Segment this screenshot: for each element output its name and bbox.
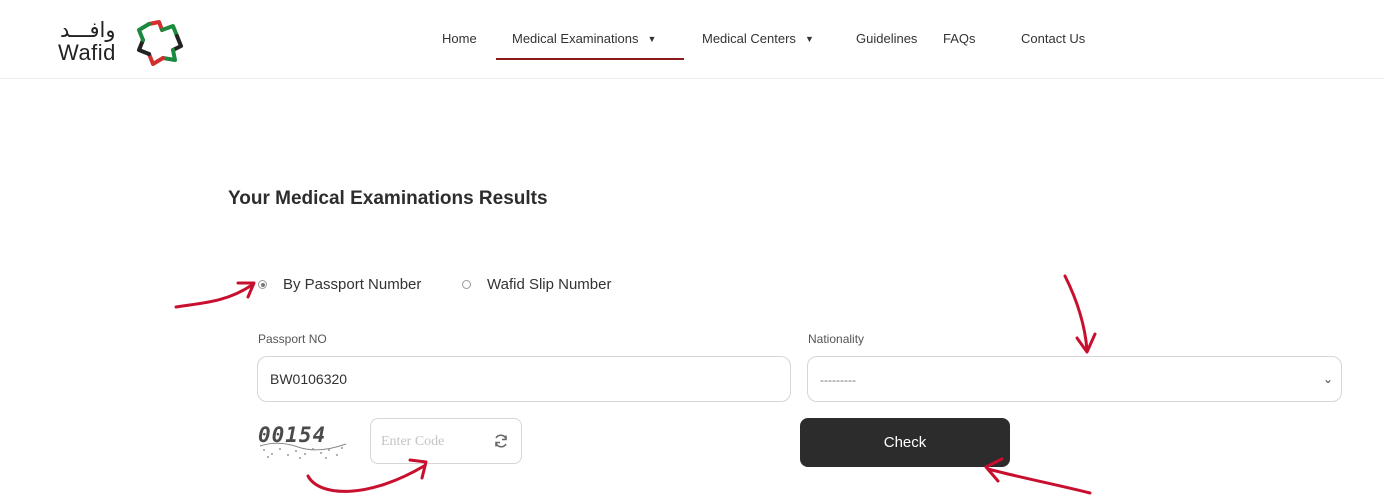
radio-by-passport-number[interactable]: By Passport Number xyxy=(258,276,421,293)
site-header: وافـــد Wafid Home Medical Examinations ▼… xyxy=(0,0,1384,79)
check-button-label: Check xyxy=(883,434,927,451)
nav-contact-us-label: Contact Us xyxy=(1021,31,1086,46)
radio-by-passport-number-label: By Passport Number xyxy=(283,276,422,293)
passport-number-input[interactable]: BW0106320 xyxy=(257,356,791,402)
nationality-selected-value: --------- xyxy=(820,373,856,387)
logo-english-text: Wafid xyxy=(58,40,116,65)
passport-number-value: BW0106320 xyxy=(270,371,348,387)
captcha-image: 00154 xyxy=(258,420,348,460)
wafid-star-icon xyxy=(137,20,183,66)
page-title: Your Medical Examinations Results xyxy=(228,188,548,209)
captcha-code-input[interactable] xyxy=(379,429,491,455)
radio-wafid-slip-number[interactable]: Wafid Slip Number xyxy=(462,276,611,293)
caret-down-icon: ▼ xyxy=(804,34,814,44)
nav-home-label: Home xyxy=(442,31,477,46)
nav-medical-examinations-label: Medical Examinations xyxy=(512,31,639,46)
caret-down-icon: ▼ xyxy=(647,34,657,44)
chevron-down-icon: ⌄ xyxy=(1322,372,1333,386)
radio-unchecked-icon[interactable] xyxy=(462,280,471,289)
nav-faqs[interactable]: FAQs xyxy=(943,31,976,46)
passport-number-label: Passport NO xyxy=(258,332,327,346)
captcha-text: 00154 xyxy=(258,423,327,447)
nav-medical-examinations[interactable]: Medical Examinations ▼ xyxy=(512,31,656,46)
nav-faqs-label: FAQs xyxy=(943,31,976,46)
refresh-icon[interactable] xyxy=(493,433,509,449)
nav-guidelines-label: Guidelines xyxy=(856,31,918,46)
wafid-logo[interactable]: وافـــد Wafid xyxy=(58,18,208,66)
nav-medical-centers-label: Medical Centers xyxy=(702,31,796,46)
nav-medical-centers[interactable]: Medical Centers ▼ xyxy=(702,31,814,46)
active-nav-underline xyxy=(496,58,684,60)
hand-drawn-arrow-icon xyxy=(174,281,256,309)
nav-guidelines[interactable]: Guidelines xyxy=(856,31,917,46)
nationality-label: Nationality xyxy=(808,332,865,346)
nav-home[interactable]: Home xyxy=(442,31,477,46)
check-button[interactable]: Check xyxy=(800,418,1010,467)
radio-wafid-slip-number-label: Wafid Slip Number xyxy=(487,276,612,293)
nationality-select[interactable]: --------- ⌄ xyxy=(807,356,1342,402)
logo-arabic-text: وافـــد xyxy=(60,18,116,42)
nav-contact-us[interactable]: Contact Us xyxy=(1021,31,1085,46)
hand-drawn-arrow-icon xyxy=(1063,274,1097,354)
radio-checked-icon[interactable] xyxy=(258,280,267,289)
captcha-code-field[interactable] xyxy=(370,418,522,464)
